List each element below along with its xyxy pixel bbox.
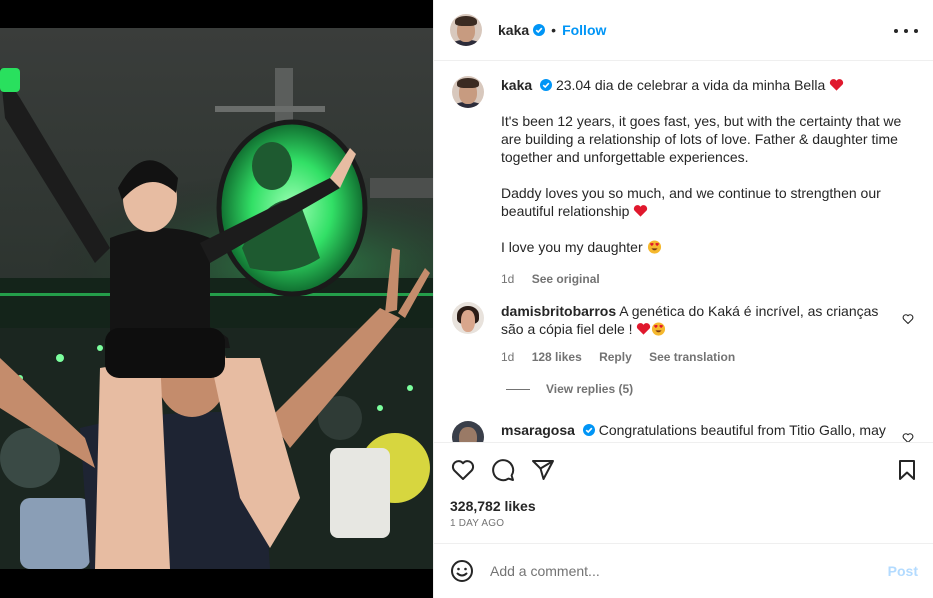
post-sidebar: kaka • Follow kaka 23.04 dia de celebrar…	[433, 0, 933, 598]
view-replies-label: View replies (5)	[546, 382, 634, 396]
comment-input[interactable]	[490, 563, 888, 579]
comment-text: Congratulations beautiful from Titio Gal…	[598, 422, 886, 438]
red-heart-emoji-icon	[634, 205, 648, 217]
likes-count[interactable]: 328,782 likes	[450, 498, 536, 514]
media-letterbox	[0, 569, 433, 598]
comments-list[interactable]: kaka 23.04 dia de celebrar a vida da min…	[434, 61, 933, 442]
add-comment-bar: Post	[434, 543, 933, 598]
verified-badge-icon	[582, 424, 595, 436]
comment-reply-button[interactable]: Reply	[599, 350, 632, 364]
author-username[interactable]: kaka	[498, 22, 529, 38]
caption-timestamp: 1d	[501, 272, 515, 286]
bookmark-icon[interactable]	[895, 458, 919, 482]
replies-divider	[506, 388, 530, 390]
heart-eyes-emoji-icon	[652, 322, 666, 336]
caption-avatar[interactable]	[452, 76, 484, 108]
see-original-link[interactable]: See original	[532, 272, 600, 286]
post-header: kaka • Follow	[434, 0, 933, 61]
comment-likes-link[interactable]: 128 likes	[532, 350, 582, 364]
see-translation-link[interactable]: See translation	[649, 350, 735, 364]
view-replies-button[interactable]: View replies (5)	[506, 382, 633, 396]
more-icon	[894, 29, 898, 33]
action-bar	[434, 442, 933, 498]
caption-paragraph-2: Daddy loves you so much, and we continue…	[501, 185, 881, 219]
post-media	[0, 0, 433, 598]
post-comment-button[interactable]: Post	[888, 563, 918, 579]
comment-like-heart-icon[interactable]	[902, 313, 914, 325]
comment-icon[interactable]	[491, 458, 515, 482]
smiley-icon[interactable]	[450, 559, 474, 583]
post-photo	[0, 28, 433, 569]
heart-eyes-emoji-icon	[647, 240, 661, 254]
verified-badge-icon	[533, 24, 546, 36]
comment-item: damisbritobarros A genética do Kaká é in…	[450, 302, 918, 366]
comment-item: msaragosa Congratulations beautiful from…	[450, 421, 918, 442]
post-date: 1 DAY AGO	[450, 518, 505, 529]
caption-username[interactable]: kaka	[501, 77, 532, 93]
comment-like-heart-icon[interactable]	[902, 432, 914, 442]
separator-dot: •	[551, 22, 557, 38]
send-icon[interactable]	[531, 458, 555, 482]
caption-lead: 23.04 dia de celebrar a vida da minha Be…	[555, 77, 826, 93]
commenter-username[interactable]: damisbritobarros	[501, 303, 616, 319]
follow-button[interactable]: Follow	[562, 22, 606, 38]
red-heart-emoji-icon	[830, 79, 844, 91]
post-caption: kaka 23.04 dia de celebrar a vida da min…	[450, 76, 918, 288]
commenter-avatar[interactable]	[452, 302, 484, 334]
commenter-username[interactable]: msaragosa	[501, 422, 575, 438]
heart-icon[interactable]	[451, 458, 475, 482]
caption-paragraph-3: I love you my daughter	[501, 239, 643, 255]
author-avatar[interactable]	[450, 14, 482, 46]
verified-badge-icon	[540, 79, 553, 91]
more-options-button[interactable]	[894, 22, 918, 40]
comment-timestamp: 1d	[501, 350, 515, 364]
commenter-avatar[interactable]	[452, 421, 484, 442]
caption-paragraph-1: It's been 12 years, it goes fast, yes, b…	[501, 113, 902, 165]
red-heart-emoji-icon	[637, 323, 651, 335]
